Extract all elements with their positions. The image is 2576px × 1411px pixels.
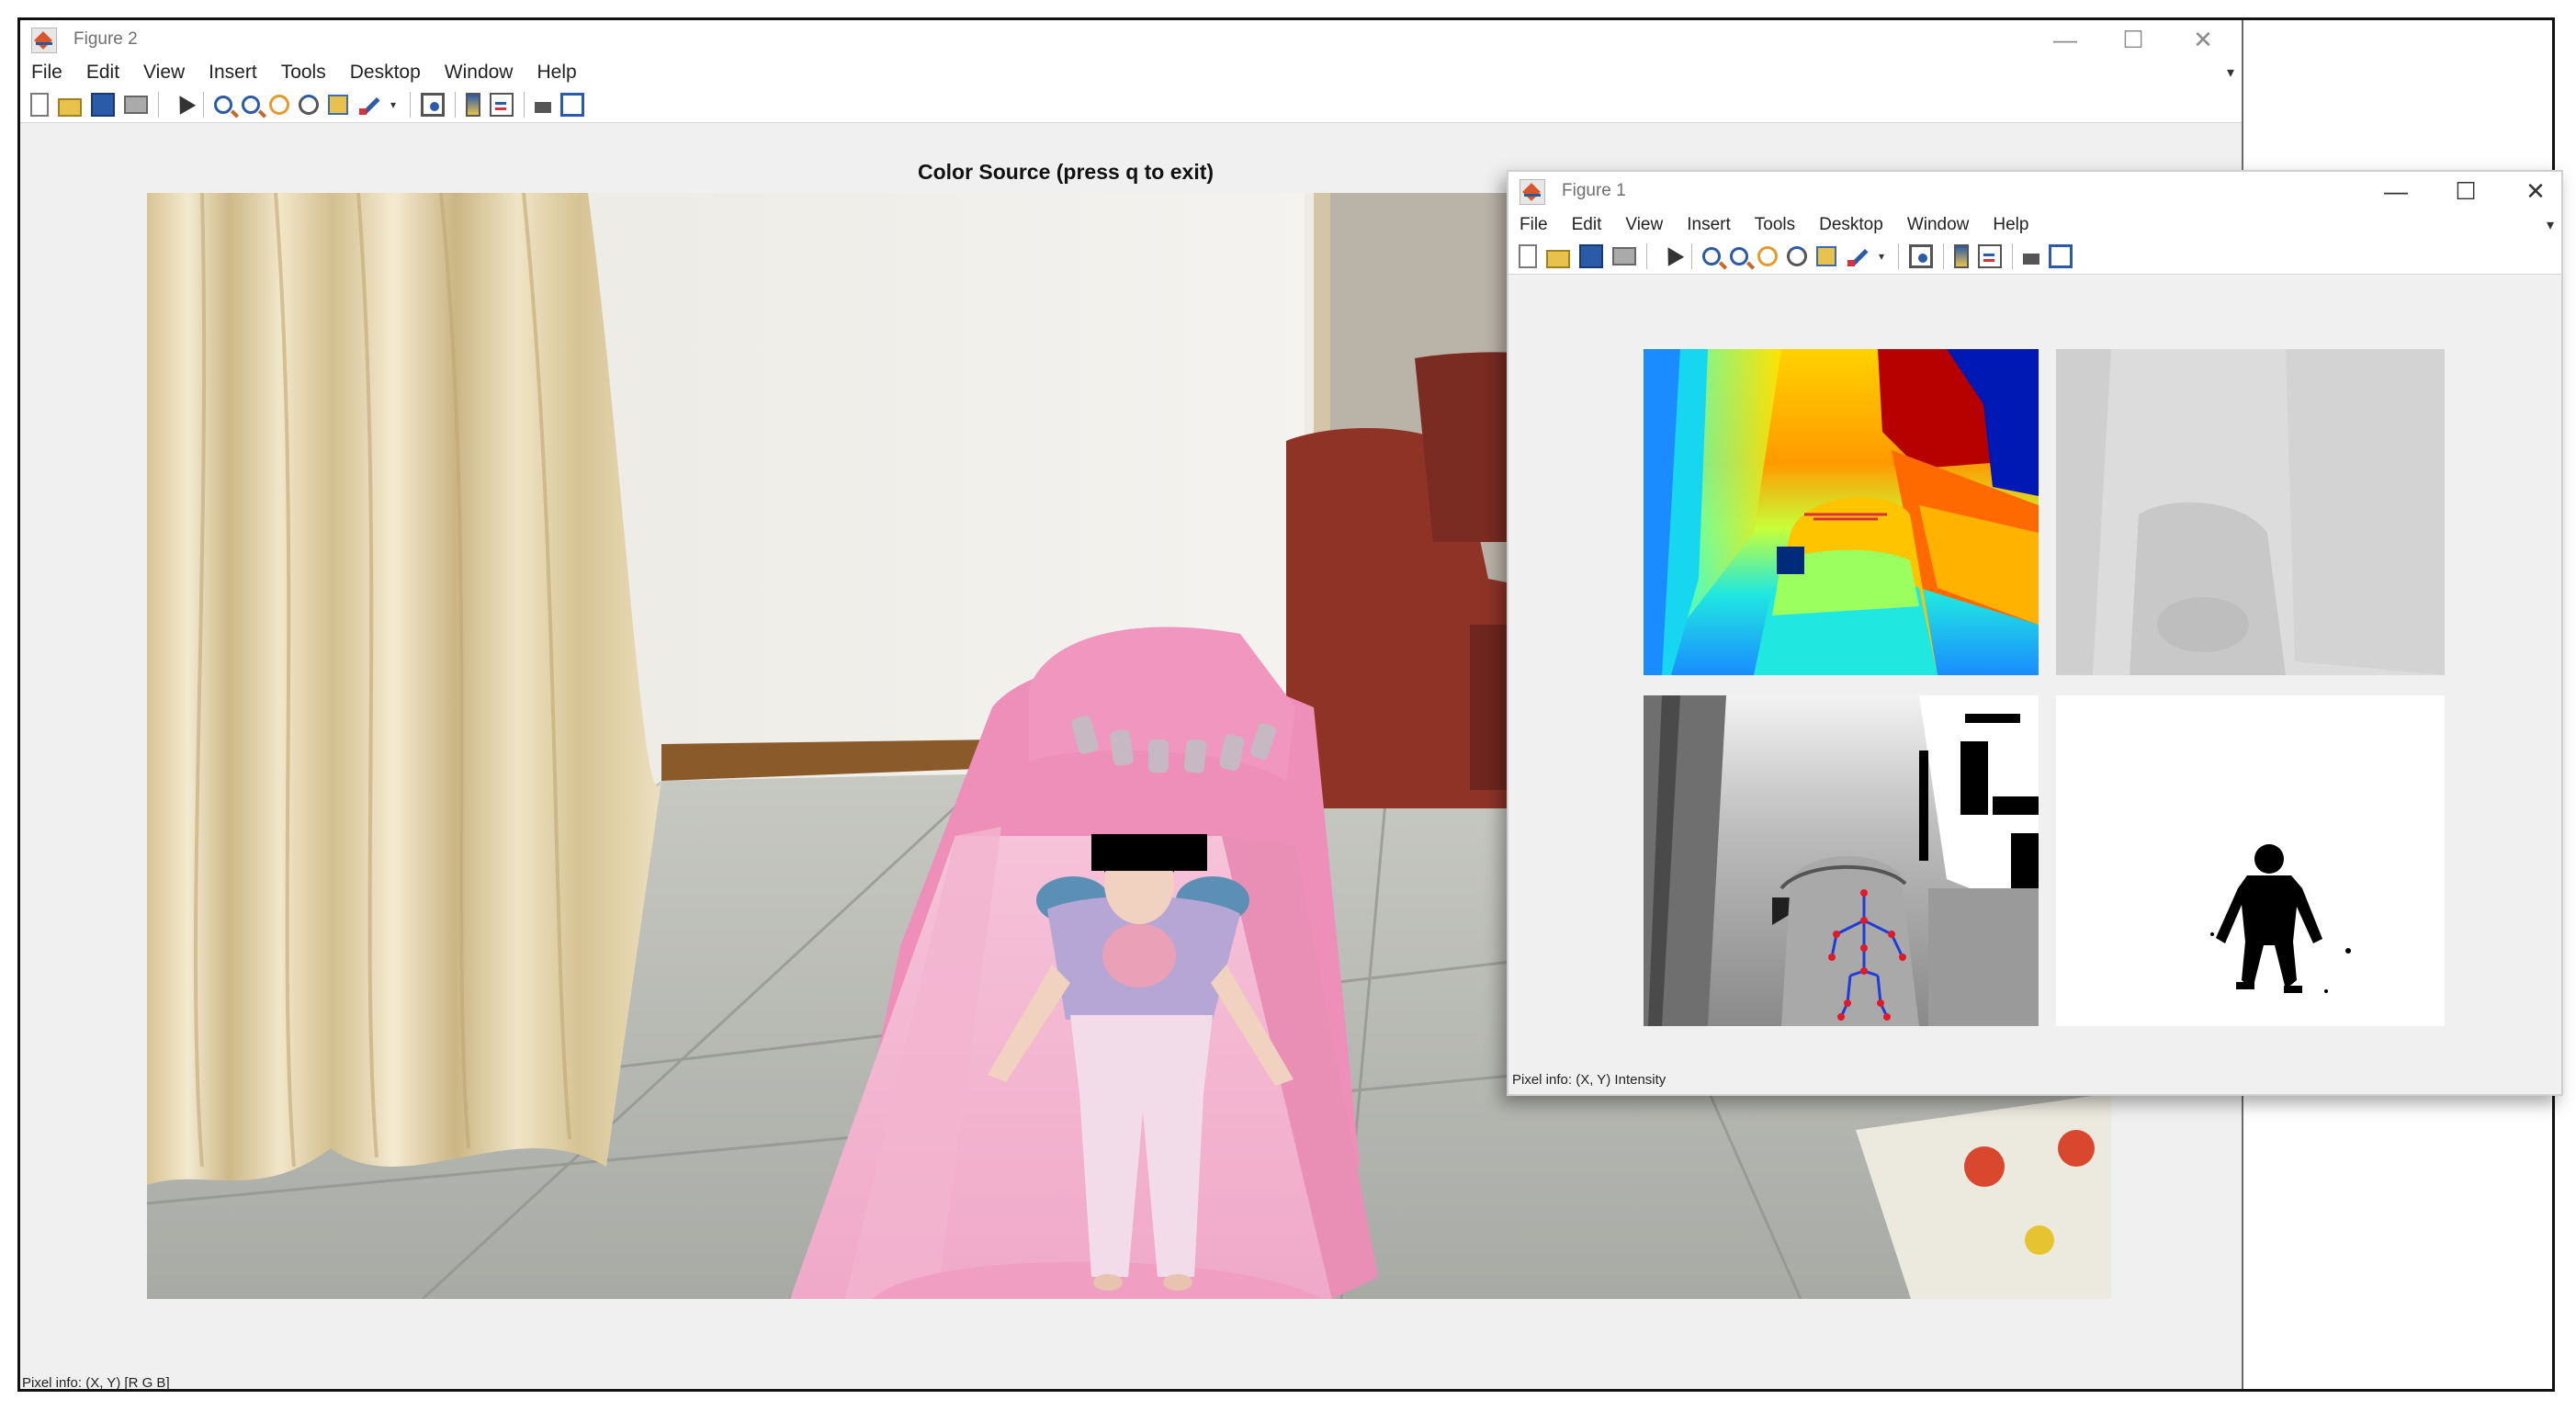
close-button[interactable]: ✕ [2517,177,2554,206]
menu-tools[interactable]: Tools [281,62,326,84]
matlab-logo-icon [1520,179,1545,205]
open-file-icon[interactable] [1546,249,1570,268]
insert-legend-icon[interactable] [490,92,514,117]
menu-overflow-icon[interactable]: ▾ [2547,216,2554,234]
depth-skeleton-image[interactable] [1644,695,2039,1026]
menu-view[interactable]: View [1625,215,1663,235]
hide-plot-tools-icon[interactable] [535,102,551,113]
maximize-button[interactable]: ☐ [2447,177,2484,206]
minimize-button[interactable]: — [2047,26,2084,54]
save-icon[interactable] [91,92,115,117]
body-silhouette-image[interactable] [2056,695,2445,1026]
brush-dropdown-icon[interactable]: ▾ [1879,244,1888,268]
menu-help[interactable]: Help [1993,215,2028,235]
new-figure-icon[interactable] [1519,243,1537,268]
toolbar-separator [1943,243,1944,269]
menu-edit[interactable]: Edit [1572,215,1602,235]
brush-icon[interactable] [357,93,381,117]
figure-2-title: Figure 2 [73,29,138,49]
figure-1-titlebar[interactable]: Figure 1 — ☐ ✕ [1508,172,2561,212]
link-plot-icon[interactable] [1909,243,1933,268]
save-icon[interactable] [1579,243,1603,268]
minimize-button[interactable]: — [2378,177,2414,206]
close-button[interactable]: ✕ [2185,26,2221,54]
menu-desktop[interactable]: Desktop [1819,215,1883,235]
hide-plot-tools-icon[interactable] [2023,254,2039,265]
print-icon[interactable] [124,95,148,114]
menu-overflow-icon[interactable]: ▾ [2227,63,2234,82]
rotate-3d-icon[interactable] [299,94,319,115]
menu-edit[interactable]: Edit [86,62,119,84]
edit-plot-arrow-icon[interactable] [169,93,193,117]
toolbar-separator [1898,243,1899,269]
pixel-info-status: Pixel info: (X, Y) Intensity [1512,1072,1666,1088]
menu-file[interactable]: File [1520,215,1548,235]
pan-icon[interactable] [269,94,289,115]
brush-dropdown-icon[interactable]: ▾ [390,93,400,117]
zoom-out-icon[interactable] [1730,246,1748,265]
figure-2-menubar: File Edit View Insert Tools Desktop Wind… [20,59,2242,86]
data-cursor-icon[interactable] [328,94,348,115]
link-plot-icon[interactable] [421,92,445,117]
menu-view[interactable]: View [143,62,185,84]
toolbar-separator [1646,243,1647,269]
menu-window[interactable]: Window [1907,215,1970,235]
figure-1-toolbar: ▾ [1508,238,2561,275]
figure-2-titlebar[interactable]: Figure 2 — ☐ ✕ [20,20,2242,59]
rotate-3d-icon[interactable] [1787,245,1807,266]
figure-1-window: Figure 1 — ☐ ✕ File Edit View Insert Too… [1507,170,2563,1096]
open-file-icon[interactable] [58,97,82,117]
data-cursor-icon[interactable] [1816,245,1836,266]
insert-legend-icon[interactable] [1978,243,2002,268]
menu-help[interactable]: Help [537,62,576,84]
toolbar-separator [410,91,411,118]
infrared-image[interactable] [2056,349,2445,675]
face-redaction-box [1091,834,1207,871]
menu-window[interactable]: Window [445,62,514,84]
print-icon[interactable] [1612,246,1636,265]
menu-insert[interactable]: Insert [209,62,257,84]
pixel-info-status: Pixel info: (X, Y) [R G B] [22,1375,170,1391]
menu-insert[interactable]: Insert [1687,215,1731,235]
brush-icon[interactable] [1846,244,1870,268]
menu-file[interactable]: File [31,62,62,84]
insert-colorbar-icon[interactable] [1954,243,1969,268]
toolbar-separator [158,91,159,118]
depth-colormap-image[interactable] [1644,349,2039,675]
maximize-button[interactable]: ☐ [2115,26,2152,54]
toolbar-separator [2012,243,2013,269]
figure-1-title: Figure 1 [1562,181,1626,200]
new-figure-icon[interactable] [30,92,49,117]
pan-icon[interactable] [1757,245,1778,266]
insert-colorbar-icon[interactable] [466,92,480,117]
toolbar-separator [1691,243,1692,269]
toolbar-separator [203,91,204,118]
toolbar-separator [524,91,525,118]
matlab-logo-icon [31,28,57,53]
menu-tools[interactable]: Tools [1755,215,1795,235]
zoom-out-icon[interactable] [242,95,260,114]
figure-2-toolbar: ▾ [20,86,2242,123]
edit-plot-arrow-icon[interactable] [1657,244,1681,268]
menu-desktop[interactable]: Desktop [350,62,421,84]
zoom-in-icon[interactable] [214,95,232,114]
show-plot-tools-icon[interactable] [2049,243,2073,268]
zoom-in-icon[interactable] [1702,246,1721,265]
figure-1-menubar: File Edit View Insert Tools Desktop Wind… [1508,212,2561,238]
toolbar-separator [455,91,456,118]
show-plot-tools-icon[interactable] [560,92,584,117]
